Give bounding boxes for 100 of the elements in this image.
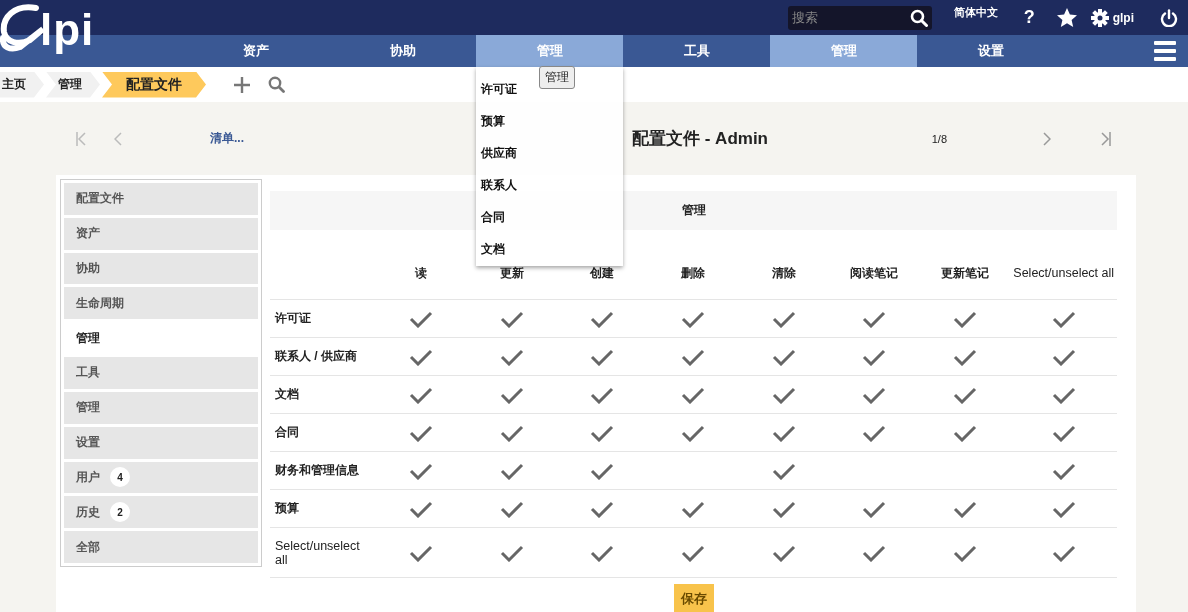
check-icon[interactable] bbox=[590, 423, 615, 442]
menu-item[interactable]: 许可证 bbox=[478, 73, 520, 106]
check-icon[interactable] bbox=[953, 543, 978, 562]
check-icon[interactable] bbox=[590, 385, 615, 404]
menu-icon[interactable] bbox=[1154, 41, 1176, 61]
tab[interactable]: 历史 2 bbox=[64, 496, 258, 529]
check-icon[interactable] bbox=[681, 347, 706, 366]
tab[interactable]: 生命周期 bbox=[64, 287, 258, 320]
check-icon[interactable] bbox=[862, 347, 887, 366]
row-label: 许可证 bbox=[270, 299, 376, 338]
next-icon[interactable] bbox=[1043, 131, 1051, 146]
record-title: 配置文件 - Admin bbox=[632, 128, 768, 150]
breadcrumb-link[interactable]: 主页 bbox=[0, 71, 44, 98]
check-icon[interactable] bbox=[1051, 461, 1076, 480]
last-page-icon[interactable] bbox=[1101, 131, 1111, 146]
tab-label: 历史 bbox=[76, 503, 100, 521]
tab-label: 用户 bbox=[76, 468, 100, 486]
check-icon[interactable] bbox=[862, 385, 887, 404]
tab[interactable]: 设置 bbox=[64, 426, 258, 459]
check-icon[interactable] bbox=[499, 347, 524, 366]
check-icon[interactable] bbox=[1051, 385, 1076, 404]
breadcrumb-link[interactable]: 配置文件 bbox=[102, 71, 206, 98]
tab[interactable]: 协助 bbox=[64, 252, 258, 285]
check-icon[interactable] bbox=[1051, 423, 1076, 442]
tab[interactable]: 资产 bbox=[64, 217, 258, 250]
check-icon[interactable] bbox=[681, 543, 706, 562]
check-icon[interactable] bbox=[862, 543, 887, 562]
check-icon[interactable] bbox=[590, 461, 615, 480]
check-icon[interactable] bbox=[953, 347, 978, 366]
search-icon[interactable] bbox=[905, 5, 932, 30]
check-icon[interactable] bbox=[1051, 347, 1076, 366]
settings-icon[interactable] bbox=[1090, 8, 1109, 27]
row-label: 预算 bbox=[270, 489, 376, 528]
check-icon[interactable] bbox=[499, 499, 524, 518]
column-header: 清除 bbox=[738, 230, 830, 300]
check-icon[interactable] bbox=[499, 309, 524, 328]
check-icon[interactable] bbox=[862, 309, 887, 328]
tab[interactable]: 全部 bbox=[64, 531, 258, 563]
check-icon[interactable] bbox=[681, 499, 706, 518]
check-icon[interactable] bbox=[409, 423, 433, 442]
menu-item[interactable]: 设置 bbox=[917, 35, 1064, 67]
tab[interactable]: 管理 bbox=[64, 391, 258, 424]
check-icon[interactable] bbox=[499, 461, 524, 480]
check-icon[interactable] bbox=[409, 499, 433, 518]
check-icon[interactable] bbox=[681, 309, 706, 328]
row-label: 财务和管理信息 bbox=[270, 451, 376, 490]
check-icon[interactable] bbox=[409, 309, 433, 328]
check-icon[interactable] bbox=[771, 347, 796, 366]
search-field[interactable]: 搜索 bbox=[787, 5, 906, 30]
row-label: 联系人 / 供应商 bbox=[270, 337, 376, 376]
menu-item[interactable]: 文档 bbox=[478, 233, 508, 267]
check-icon[interactable] bbox=[1051, 543, 1076, 562]
record-position: 1/8 bbox=[931, 132, 947, 145]
list-link[interactable]: 清单... bbox=[210, 130, 410, 147]
tab[interactable]: 工具 bbox=[64, 357, 258, 389]
row-label: 文档 bbox=[270, 375, 376, 414]
check-icon[interactable] bbox=[953, 499, 978, 518]
check-icon[interactable] bbox=[409, 543, 433, 562]
check-icon[interactable] bbox=[590, 499, 615, 518]
check-icon[interactable] bbox=[771, 385, 796, 404]
check-icon[interactable] bbox=[953, 423, 978, 442]
check-icon[interactable] bbox=[1051, 309, 1076, 328]
check-icon[interactable] bbox=[771, 499, 796, 518]
star-icon[interactable] bbox=[1056, 8, 1077, 27]
column-header: 更新笔记 bbox=[919, 230, 1011, 300]
check-icon[interactable] bbox=[771, 423, 796, 442]
check-icon[interactable] bbox=[771, 309, 796, 328]
check-icon[interactable] bbox=[953, 385, 978, 404]
help-link[interactable]: ? bbox=[1023, 7, 1035, 28]
check-icon[interactable] bbox=[590, 543, 615, 562]
count-badge: 2 bbox=[110, 502, 130, 523]
save-button[interactable]: 保存 bbox=[673, 584, 714, 612]
user-name[interactable]: glpi bbox=[1112, 10, 1134, 25]
breadcrumb-link[interactable]: 管理 bbox=[46, 71, 100, 98]
check-icon[interactable] bbox=[499, 385, 524, 404]
check-icon[interactable] bbox=[862, 423, 887, 442]
menu-item[interactable]: 工具 bbox=[623, 35, 770, 67]
check-icon[interactable] bbox=[862, 499, 887, 518]
check-icon[interactable] bbox=[499, 543, 524, 562]
check-icon[interactable] bbox=[409, 461, 433, 480]
check-icon[interactable] bbox=[681, 385, 706, 404]
check-icon[interactable] bbox=[771, 461, 796, 480]
check-icon[interactable] bbox=[409, 347, 433, 366]
check-icon[interactable] bbox=[409, 385, 433, 404]
menu-item[interactable]: 预算 bbox=[478, 105, 508, 138]
add-icon[interactable] bbox=[234, 76, 250, 93]
language-link[interactable]: 简体中文 bbox=[953, 5, 998, 20]
tab[interactable]: 配置文件 bbox=[64, 183, 258, 215]
check-icon[interactable] bbox=[590, 309, 615, 328]
check-icon[interactable] bbox=[953, 309, 978, 328]
menu-item[interactable]: 资产 bbox=[182, 35, 329, 67]
check-icon[interactable] bbox=[499, 423, 524, 442]
power-icon[interactable] bbox=[1160, 8, 1178, 27]
menu-item[interactable]: 协助 bbox=[329, 35, 476, 67]
check-icon[interactable] bbox=[771, 543, 796, 562]
menu-item[interactable]: 供应商 bbox=[478, 137, 520, 170]
check-icon[interactable] bbox=[1051, 499, 1076, 518]
check-icon[interactable] bbox=[590, 347, 615, 366]
check-icon[interactable] bbox=[681, 423, 706, 442]
tab[interactable]: 用户 4 bbox=[64, 461, 258, 494]
